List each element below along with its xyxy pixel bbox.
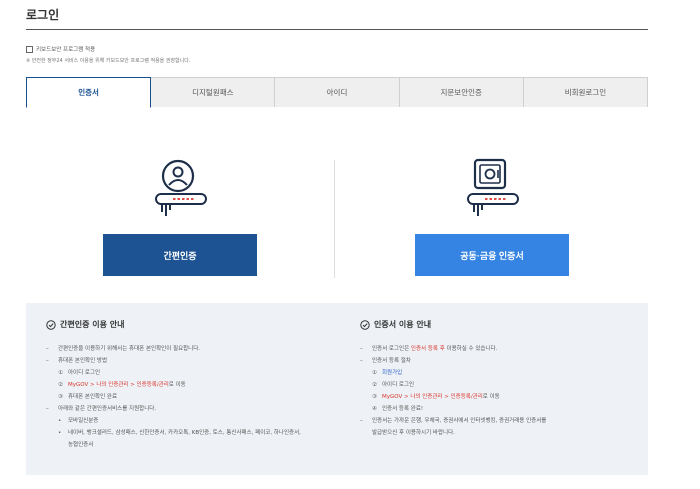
simple-auth-panel: 간편인증 <box>26 150 336 300</box>
cert-guide-line: 인증서는 가까운 은행, 우체국, 증권사에서 인터넷뱅킹, 증권거래용 인증서… <box>372 418 547 424</box>
keyboard-security-label[interactable]: 키보드보안 프로그램 적용 <box>36 45 95 53</box>
signup-link[interactable]: 회원가입 <box>382 370 402 376</box>
panel-divider <box>334 160 335 278</box>
tab-fingerprint[interactable]: 지문보안인증 <box>399 77 524 107</box>
certificate-button[interactable]: 공동·금융 인증서 <box>415 234 569 276</box>
login-tabs: 인증서 디지털원패스 아이디 지문보안인증 비회원로그인 <box>26 77 649 108</box>
person-key-icon <box>151 156 213 222</box>
simple-auth-guide: 간편인증 이용 안내 – 간편인증을 이용하기 위해서는 휴대폰 본인확인이 필요… <box>46 319 301 448</box>
mygov-cert-link[interactable]: MyGOV > 나의 인증관리 > 인증등록/관리 <box>68 382 169 388</box>
safe-key-icon <box>463 156 525 222</box>
simple-guide-step: 휴대폰 본인확인 완료 <box>68 394 118 400</box>
cert-guide-title: 인증서 이용 안내 <box>374 320 432 329</box>
check-circle-icon <box>46 319 56 330</box>
certificate-guide: 인증서 이용 안내 – 인증서 로그인은 인증서 등록 후 이용하실 수 있습니다… <box>360 319 547 436</box>
simple-guide-step: 아이디 로그인 <box>68 370 101 376</box>
simple-auth-button[interactable]: 간편인증 <box>103 234 257 276</box>
tab-digital-onepass[interactable]: 디지털원패스 <box>151 77 276 107</box>
cert-guide-line: 인증서 등록 절차 <box>372 358 411 364</box>
simple-guide-title: 간편인증 이용 안내 <box>60 320 125 329</box>
page-title: 로그인 <box>26 8 60 22</box>
simple-guide-bullet: 모바일신분증 <box>68 418 99 424</box>
tab-non-member[interactable]: 비회원로그인 <box>523 77 649 107</box>
mygov-cert-link[interactable]: MyGOV > 나의 인증관리 > 인증등록/관리 <box>382 394 483 400</box>
cert-guide-line-cont: 발급받으신 후 이용하시기 바랍니다. <box>372 430 455 436</box>
simple-guide-line: 휴대폰 본인확인 방법 <box>58 358 108 364</box>
keyboard-security-note: ※ 안전한 정부24 서비스 이용을 위해 키보드보안 프로그램 적용을 권장합… <box>26 58 191 64</box>
usage-guide-box: 간편인증 이용 안내 – 간편인증을 이용하기 위해서는 휴대폰 본인확인이 필요… <box>26 303 648 475</box>
cert-guide-step: 아이디 로그인 <box>382 382 415 388</box>
simple-guide-bullet: 네이버, 뱅크샐러드, 삼성패스, 신한인증서, 카카오톡, KB인증, 토스,… <box>68 430 301 436</box>
title-divider <box>26 29 648 30</box>
cert-guide-step: 인증서 등록 완료! <box>382 406 424 412</box>
certificate-panel: 공동·금융 인증서 <box>338 150 648 300</box>
check-circle-icon <box>360 319 370 330</box>
simple-guide-bullet-cont: 농협인증서 <box>68 442 94 448</box>
keyboard-security-checkbox[interactable] <box>26 45 33 53</box>
simple-guide-line: 간편인증을 이용하기 위해서는 휴대폰 본인확인이 필요합니다. <box>58 346 201 352</box>
cert-register-emphasis: 인증서 등록 후 <box>410 346 445 352</box>
keyboard-security-row[interactable]: 키보드보안 프로그램 적용 <box>26 45 95 53</box>
tab-id[interactable]: 아이디 <box>275 77 400 107</box>
simple-guide-line: 아래와 같은 간편인증서비스를 지원합니다. <box>58 406 157 412</box>
tab-certificate[interactable]: 인증서 <box>26 77 152 108</box>
